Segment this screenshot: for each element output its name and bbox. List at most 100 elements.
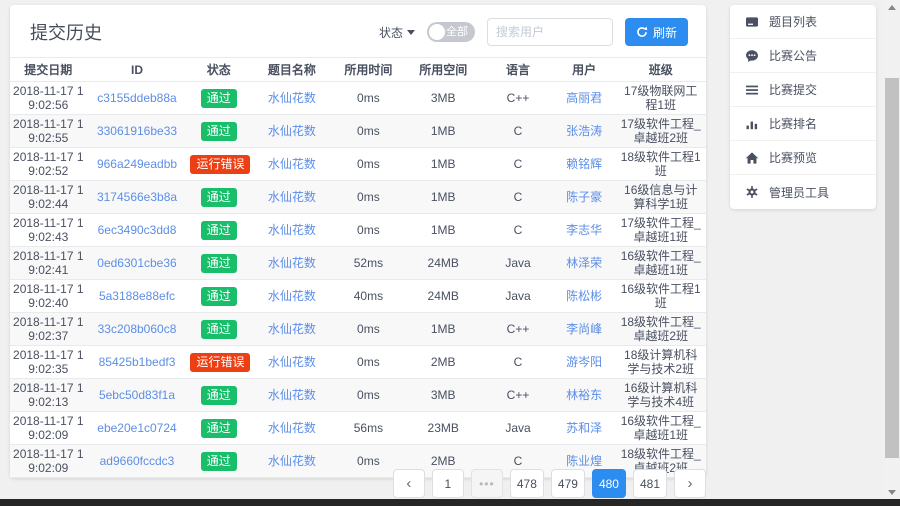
cell-submission-id[interactable]: 33c208b060c8: [87, 313, 188, 346]
cell-problem-link[interactable]: 水仙花数: [250, 313, 334, 346]
status-badge: 通过: [201, 287, 237, 306]
cell-user-link[interactable]: 李尚峰: [553, 313, 616, 346]
table-row: 2018-11-17 19:02:13 5ebc50d83f1a 通过 水仙花数…: [10, 379, 706, 412]
cell-problem-link[interactable]: 水仙花数: [250, 346, 334, 379]
cell-time: 0ms: [334, 313, 404, 346]
status-badge: 通过: [201, 221, 237, 240]
submission-history-card: 提交历史 状态 全部 刷新: [10, 5, 706, 478]
cell-class: 16级计算机科学与技术4班: [615, 379, 706, 412]
cell-time: 56ms: [334, 412, 404, 445]
prev-page-button[interactable]: ‹: [393, 469, 425, 498]
col-header-memory: 所用空间: [403, 58, 483, 82]
cell-submission-id[interactable]: 5ebc50d83f1a: [87, 379, 188, 412]
cell-problem-link[interactable]: 水仙花数: [250, 214, 334, 247]
cell-problem-link[interactable]: 水仙花数: [250, 148, 334, 181]
cell-submission-id[interactable]: ebe20e1c0724: [87, 412, 188, 445]
sidebar-item-ranking[interactable]: 比赛排名: [730, 107, 876, 141]
cell-time: 52ms: [334, 247, 404, 280]
cell-class: 17级软件工程_卓越班1班: [615, 214, 706, 247]
triangle-up-icon: [888, 5, 896, 10]
cell-problem-link[interactable]: 水仙花数: [250, 247, 334, 280]
cell-class: 16级软件工程_卓越班1班: [615, 247, 706, 280]
sidebar-item-announcement[interactable]: 比赛公告: [730, 39, 876, 73]
sidebar-item-problem-list[interactable]: 题目列表: [730, 5, 876, 39]
problem-list-icon: [745, 15, 759, 29]
cell-user-link[interactable]: 游岑阳: [553, 346, 616, 379]
sidebar-item-label: 比赛提交: [769, 81, 817, 98]
table-row: 2018-11-17 19:02:52 966a249eadbb 运行错误 水仙…: [10, 148, 706, 181]
cell-date: 2018-11-17 19:02:44: [10, 181, 87, 214]
sidebar-item-admin-tools[interactable]: 管理员工具: [730, 175, 876, 209]
cell-problem-link[interactable]: 水仙花数: [250, 82, 334, 115]
cell-date: 2018-11-17 19:02:56: [10, 82, 87, 115]
scrollbar-thumb[interactable]: [885, 78, 899, 458]
all-toggle[interactable]: 全部: [427, 22, 475, 42]
cell-user-link[interactable]: 李志华: [553, 214, 616, 247]
status-badge: 通过: [201, 89, 237, 108]
cell-status: 通过: [187, 379, 250, 412]
announcement-icon: [745, 49, 759, 63]
cell-user-link[interactable]: 赖铭辉: [553, 148, 616, 181]
cell-submission-id[interactable]: 33061916be33: [87, 115, 188, 148]
cell-user-link[interactable]: 林泽荣: [553, 247, 616, 280]
cell-submission-id[interactable]: 3174566e3b8a: [87, 181, 188, 214]
cell-submission-id[interactable]: 6ec3490c3dd8: [87, 214, 188, 247]
status-badge: 通过: [201, 122, 237, 141]
scrollbar-up-arrow[interactable]: [884, 0, 900, 14]
cell-user-link[interactable]: 高丽君: [553, 82, 616, 115]
search-user-input[interactable]: [487, 18, 613, 46]
sidebar-item-preview[interactable]: 比赛预览: [730, 141, 876, 175]
page-title: 提交历史: [30, 19, 102, 45]
cell-status: 运行错误: [187, 148, 250, 181]
sidebar-item-label: 比赛预览: [769, 149, 817, 166]
sidebar-item-submissions[interactable]: 比赛提交: [730, 73, 876, 107]
cell-submission-id[interactable]: 966a249eadbb: [87, 148, 188, 181]
page-button-479[interactable]: 479: [551, 469, 585, 498]
sidebar-item-label: 比赛公告: [769, 47, 817, 64]
cell-problem-link[interactable]: 水仙花数: [250, 412, 334, 445]
table-row: 2018-11-17 19:02:44 3174566e3b8a 通过 水仙花数…: [10, 181, 706, 214]
refresh-label: 刷新: [653, 24, 677, 41]
page-button-1[interactable]: 1: [432, 469, 464, 498]
cell-user-link[interactable]: 苏和泽: [553, 412, 616, 445]
vertical-scrollbar: [884, 0, 900, 499]
cell-date: 2018-11-17 19:02:40: [10, 280, 87, 313]
cell-submission-id[interactable]: 5a3188e88efc: [87, 280, 188, 313]
cell-user-link[interactable]: 张浩涛: [553, 115, 616, 148]
cell-date: 2018-11-17 19:02:43: [10, 214, 87, 247]
cell-date: 2018-11-17 19:02:35: [10, 346, 87, 379]
cell-language: Java: [483, 247, 553, 280]
cell-class: 18级软件工程1班: [615, 148, 706, 181]
cell-memory: 24MB: [403, 280, 483, 313]
status-badge: 通过: [201, 188, 237, 207]
cell-date: 2018-11-17 19:02:13: [10, 379, 87, 412]
cell-date: 2018-11-17 19:02:41: [10, 247, 87, 280]
page-button-478[interactable]: 478: [510, 469, 544, 498]
next-page-button[interactable]: ›: [674, 469, 706, 498]
cell-submission-id[interactable]: 85425b1bedf3: [87, 346, 188, 379]
cell-problem-link[interactable]: 水仙花数: [250, 379, 334, 412]
cell-language: C: [483, 181, 553, 214]
refresh-icon: [636, 26, 648, 38]
cell-user-link[interactable]: 陈子豪: [553, 181, 616, 214]
cell-user-link[interactable]: 林裕东: [553, 379, 616, 412]
cell-status: 通过: [187, 412, 250, 445]
cell-time: 0ms: [334, 148, 404, 181]
page-button-active-480[interactable]: 480: [592, 469, 626, 498]
cell-submission-id[interactable]: 0ed6301cbe36: [87, 247, 188, 280]
cell-language: C: [483, 148, 553, 181]
page-button-481[interactable]: 481: [633, 469, 667, 498]
cell-memory: 1MB: [403, 181, 483, 214]
page-ellipsis-button[interactable]: •••: [471, 469, 503, 498]
cell-problem-link[interactable]: 水仙花数: [250, 280, 334, 313]
scrollbar-down-arrow[interactable]: [884, 485, 900, 499]
cell-problem-link[interactable]: 水仙花数: [250, 181, 334, 214]
status-filter-dropdown[interactable]: 状态: [379, 24, 415, 41]
col-header-date: 提交日期: [10, 58, 87, 82]
cell-problem-link[interactable]: 水仙花数: [250, 115, 334, 148]
cell-submission-id[interactable]: c3155ddeb88a: [87, 82, 188, 115]
cell-language: C++: [483, 313, 553, 346]
cell-user-link[interactable]: 陈松彬: [553, 280, 616, 313]
table-row: 2018-11-17 19:02:37 33c208b060c8 通过 水仙花数…: [10, 313, 706, 346]
refresh-button[interactable]: 刷新: [625, 18, 688, 46]
